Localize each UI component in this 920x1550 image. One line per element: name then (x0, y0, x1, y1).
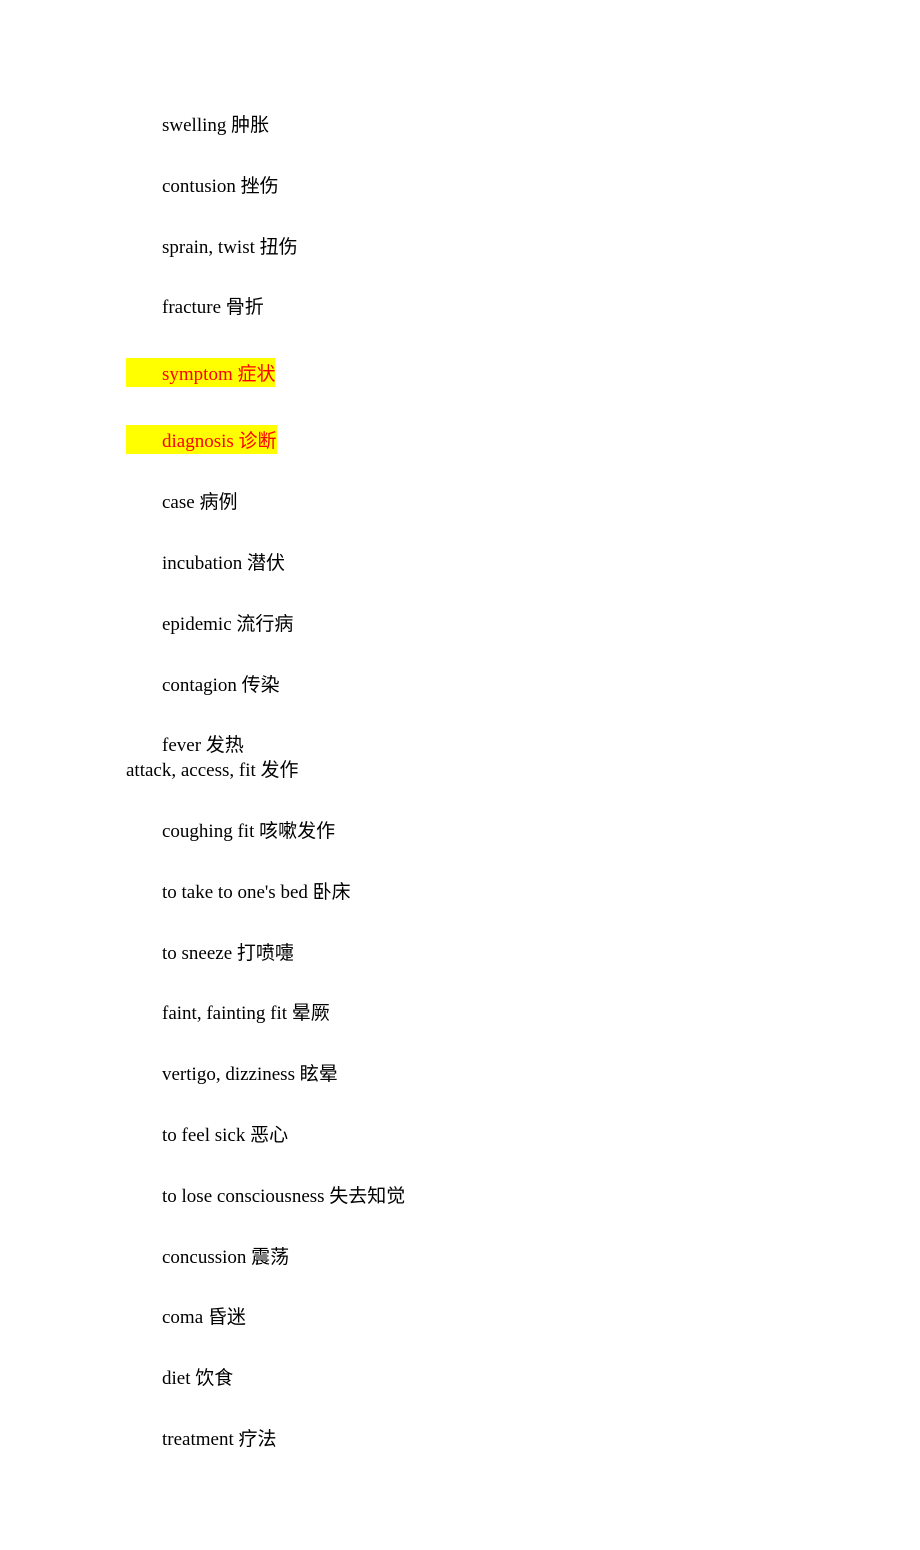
term-text: fever 发热 (162, 735, 244, 756)
term-text: coughing fit 咳嗽发作 (162, 821, 335, 842)
term-text: case 病例 (162, 492, 237, 513)
term-text: contusion 挫伤 (162, 176, 279, 197)
vocab-line: coughing fit 咳嗽发作 (0, 821, 920, 844)
vocab-line: to take to one's bed 卧床 (0, 882, 920, 905)
vocab-line: treatment 疗法 (0, 1429, 920, 1452)
vocab-line: case 病例 (0, 492, 920, 515)
vocab-line: attack, access, fit 发作 (0, 760, 920, 783)
vocab-line: fracture 骨折 (0, 297, 920, 320)
term-text: diet 饮食 (162, 1368, 233, 1389)
vocab-line: contusion 挫伤 (0, 176, 920, 199)
term-text: epidemic 流行病 (162, 614, 293, 635)
highlighted-term: symptom 症状 (126, 358, 275, 387)
vocab-line: to lose consciousness 失去知觉 (0, 1186, 920, 1209)
term-text: to sneeze 打喷嚏 (162, 943, 294, 964)
term-text: to feel sick 恶心 (162, 1125, 288, 1146)
term-text: attack, access, fit 发作 (126, 760, 299, 781)
vocab-line: concussion 震荡 (0, 1247, 920, 1270)
term-text: faint, fainting fit 晕厥 (162, 1003, 330, 1024)
vocab-line: coma 昏迷 (0, 1307, 920, 1330)
vocab-line: sprain, twist 扭伤 (0, 237, 920, 260)
vocab-line: diet 饮食 (0, 1368, 920, 1391)
term-text: treatment 疗法 (162, 1429, 277, 1450)
vocab-line: to feel sick 恶心 (0, 1125, 920, 1148)
term-text: contagion 传染 (162, 675, 280, 696)
term-text: to lose consciousness 失去知觉 (162, 1186, 405, 1207)
vocab-line: diagnosis 诊断 (0, 425, 920, 454)
vocab-line: swelling 肿胀 (0, 115, 920, 138)
term-text: symptom 症状 (162, 364, 275, 385)
highlighted-term: diagnosis 诊断 (126, 425, 277, 454)
vocab-line: vertigo, dizziness 眩晕 (0, 1064, 920, 1087)
term-text: concussion 震荡 (162, 1247, 289, 1268)
vocab-line: faint, fainting fit 晕厥 (0, 1003, 920, 1026)
term-text: sprain, twist 扭伤 (162, 237, 298, 258)
term-text: swelling 肿胀 (162, 115, 269, 136)
term-text: to take to one's bed 卧床 (162, 882, 351, 903)
vocab-line: symptom 症状 (0, 358, 920, 387)
vocab-line: contagion 传染 (0, 675, 920, 698)
term-text: incubation 潜伏 (162, 553, 285, 574)
vocab-line: epidemic 流行病 (0, 614, 920, 637)
term-text: vertigo, dizziness 眩晕 (162, 1064, 338, 1085)
term-text: fracture 骨折 (162, 297, 264, 318)
term-text: coma 昏迷 (162, 1307, 246, 1328)
document-page: swelling 肿胀 contusion 挫伤 sprain, twist 扭伤 f… (0, 0, 920, 1550)
vocab-line: incubation 潜伏 (0, 553, 920, 576)
vocab-line: fever 发热 (0, 735, 920, 758)
term-text: diagnosis 诊断 (162, 431, 277, 452)
vocab-line: to sneeze 打喷嚏 (0, 943, 920, 966)
